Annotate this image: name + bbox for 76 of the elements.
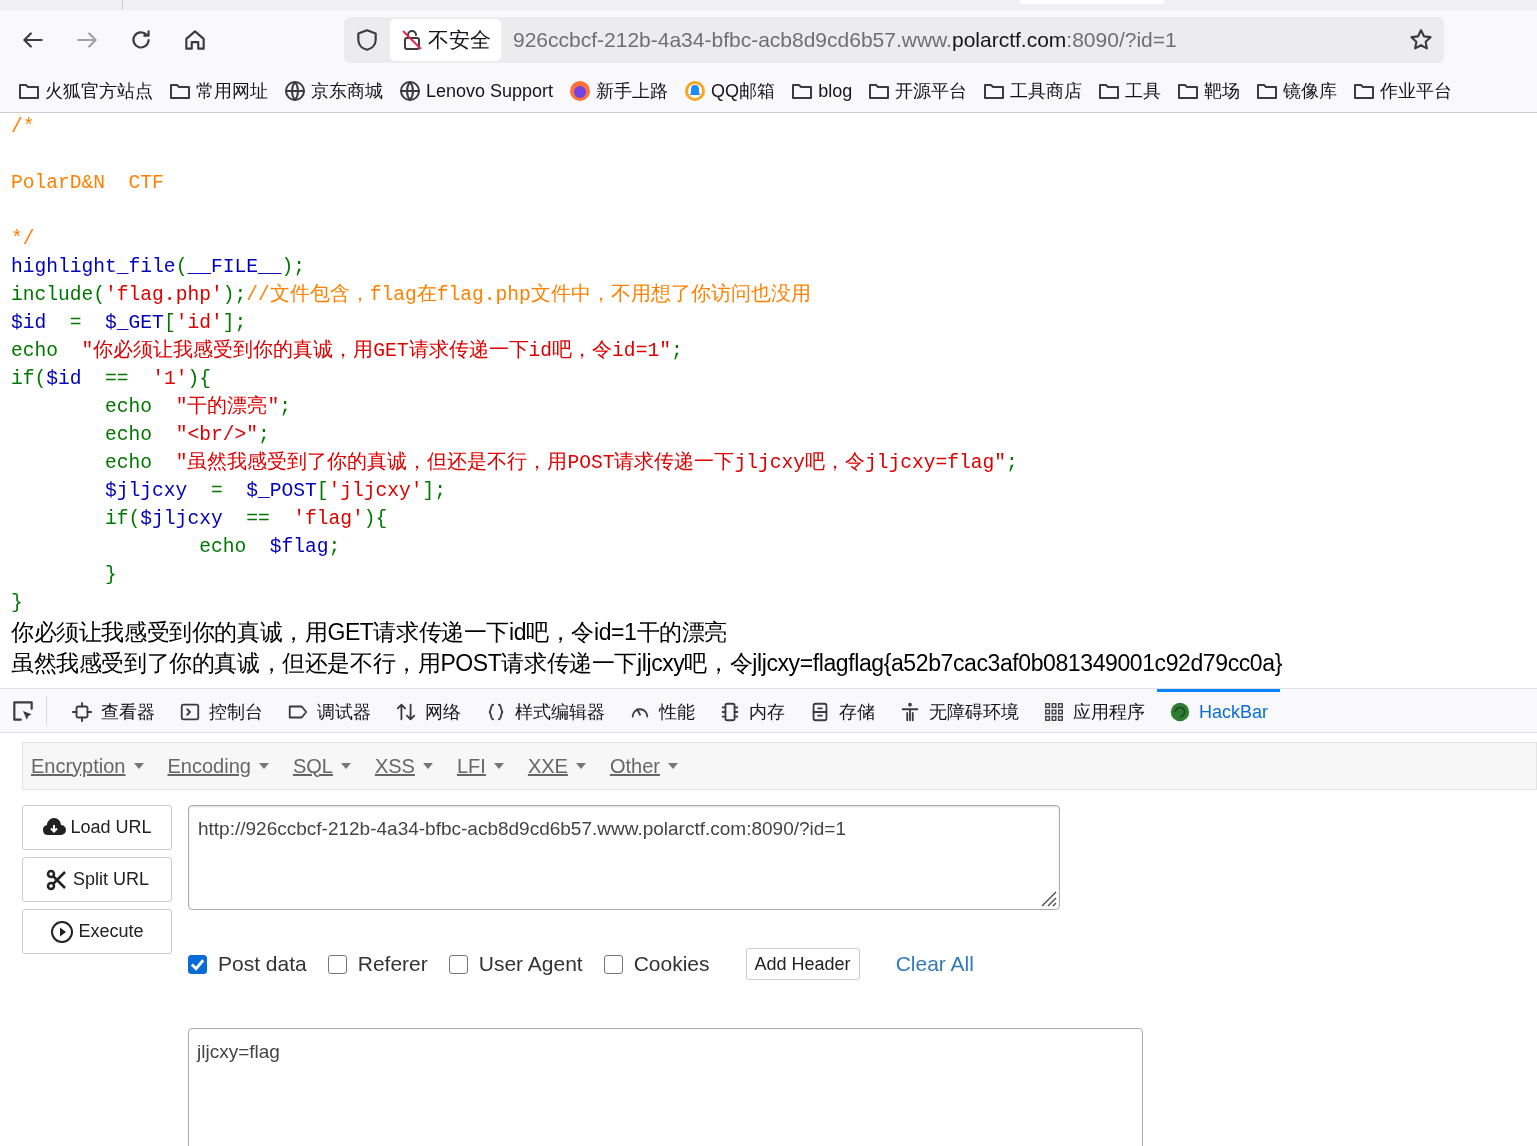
bell-ring-icon (683, 79, 708, 103)
bookmark-item[interactable]: 火狐官方站点 (17, 79, 153, 103)
devtools-tab[interactable]: HackBar (1157, 689, 1281, 732)
devtools-tab[interactable]: 无障碍环境 (887, 689, 1031, 732)
checkbox[interactable] (327, 954, 347, 974)
chip-icon (719, 701, 741, 723)
logo-icon (1169, 701, 1191, 723)
console-icon (179, 701, 201, 723)
devtools-tab[interactable]: 存储 (797, 689, 887, 732)
output-text: 你必须让我感受到你的真诚，用GET请求传递一下id吧，令id=1干的漂亮 (11, 618, 728, 647)
bookmark-item[interactable]: 靶场 (1176, 79, 1241, 103)
bookmark-item[interactable]: QQ邮箱 (683, 79, 776, 103)
checkbox[interactable] (188, 954, 207, 974)
option-label[interactable]: Post data (218, 952, 307, 976)
bookmark-item[interactable]: blog (790, 79, 853, 103)
globe-icon (398, 79, 422, 103)
globe-icon (283, 79, 307, 103)
php-source-code: /* PolarD&N CTF */ highlight_file(__FILE__); include('flag.php');//文件包含，flag在flag.php文件中，不用想了你访问也没用 $id = $_GET['id']; echo "你必须让我感受到你的真诚，用GET请求传递一下id吧，令id=1"; if($id == '1'){ echo "干的漂亮"; echo "<br/>"; echo "虽然我感受到了你的真诚，但还是不行，用POST请求传递一下jljcxy吧，令jljcxy=flag"; $jljcxy = $_POST['jljcxy']; if($jljcxy == 'flag'){ echo $flag; } } (11, 115, 1019, 616)
bookmark-item[interactable]: 镜像库 (1255, 79, 1338, 103)
address-bar[interactable]: 不安全 926ccbcf-212b-4a34-bfbc-acb8d9cd6b57.www.polarctf.com:8090/?id=1 (344, 17, 1444, 63)
bookmark-item[interactable]: 新手上路 (568, 79, 669, 103)
caret-icon (258, 763, 269, 769)
person-icon (899, 701, 921, 723)
devtools-tab[interactable]: 控制台 (167, 689, 275, 732)
option-label[interactable]: Cookies (633, 952, 710, 976)
action-button[interactable]: Load URL (22, 805, 172, 850)
action-button[interactable]: Split URL (22, 857, 172, 902)
post-data-textarea[interactable]: jljcxy=flag (188, 1028, 1143, 1146)
home-icon[interactable] (182, 27, 208, 53)
devtools-tab[interactable]: 性能 (617, 689, 707, 732)
menu-dropdown[interactable]: Other (609, 754, 678, 778)
caret-icon (667, 763, 678, 769)
output-text: 虽然我感受到了你的真诚，但还是不行，用POST请求传递一下jljcxy吧，令jljcxy=flagflag{a52b7cac3af0b081349001c92d79cc0a} (11, 649, 1283, 678)
menu-dropdown[interactable]: Encoding (167, 754, 269, 778)
bookmark-item[interactable]: 作业平台 (1352, 79, 1453, 103)
bookmark-item[interactable]: 工具 (1097, 79, 1162, 103)
devtools-tab[interactable]: 网络 (383, 689, 473, 732)
bookmark-item[interactable]: 常用网址 (168, 79, 268, 103)
not-secure-badge[interactable]: 不安全 (390, 19, 501, 61)
shield-icon[interactable] (354, 27, 380, 53)
play-circle-icon (50, 919, 75, 944)
broken-lock-icon (400, 28, 424, 52)
checkbox[interactable] (448, 954, 468, 974)
grid-icon (1043, 701, 1065, 723)
checkbox[interactable] (603, 954, 623, 974)
clear-all-link[interactable]: Clear All (895, 952, 974, 976)
caret-icon (575, 763, 586, 769)
fox-globe-icon (568, 79, 593, 103)
bookmark-item[interactable]: 开源平台 (867, 79, 968, 103)
devtools-tab[interactable]: 内存 (707, 689, 797, 732)
inspector-icon (71, 701, 93, 723)
url-textarea[interactable]: http://926ccbcf-212b-4a34-bfbc-acb8d9cd6b57.www.polarctf.com:8090/?id=1 (188, 805, 1060, 910)
caret-icon (493, 763, 504, 769)
caret-icon (133, 763, 144, 769)
devtools-tab[interactable]: 样式编辑器 (473, 689, 617, 732)
devtools-tab[interactable]: 应用程序 (1031, 689, 1157, 732)
option-label[interactable]: User Agent (478, 952, 583, 976)
menu-dropdown[interactable]: LFI (456, 754, 504, 778)
security-label: 不安全 (428, 27, 491, 53)
bookmark-item[interactable]: Lenovo Support (398, 79, 554, 103)
arrows-icon (395, 701, 417, 723)
action-button[interactable]: Execute (22, 909, 172, 954)
devtools-tab[interactable]: 调试器 (275, 689, 383, 732)
caret-icon (422, 763, 433, 769)
bookmark-item[interactable]: 京东商城 (283, 79, 383, 103)
add-header-button[interactable]: Add Header (745, 948, 860, 980)
caret-icon (340, 763, 351, 769)
menu-dropdown[interactable]: XXE (527, 754, 586, 778)
devtools-tab[interactable]: 查看器 (59, 689, 167, 732)
menu-dropdown[interactable]: SQL (292, 754, 351, 778)
menu-dropdown[interactable]: XSS (374, 754, 433, 778)
option-label[interactable]: Referer (357, 952, 428, 976)
menu-dropdown[interactable]: Encryption (31, 754, 144, 778)
bookmark-item[interactable]: 工具商店 (982, 79, 1083, 103)
scissors-icon (45, 867, 69, 892)
url-text: 926ccbcf-212b-4a34-bfbc-acb8d9cd6b57.www.polarctf.com:8090/?id=1 (513, 28, 1178, 52)
